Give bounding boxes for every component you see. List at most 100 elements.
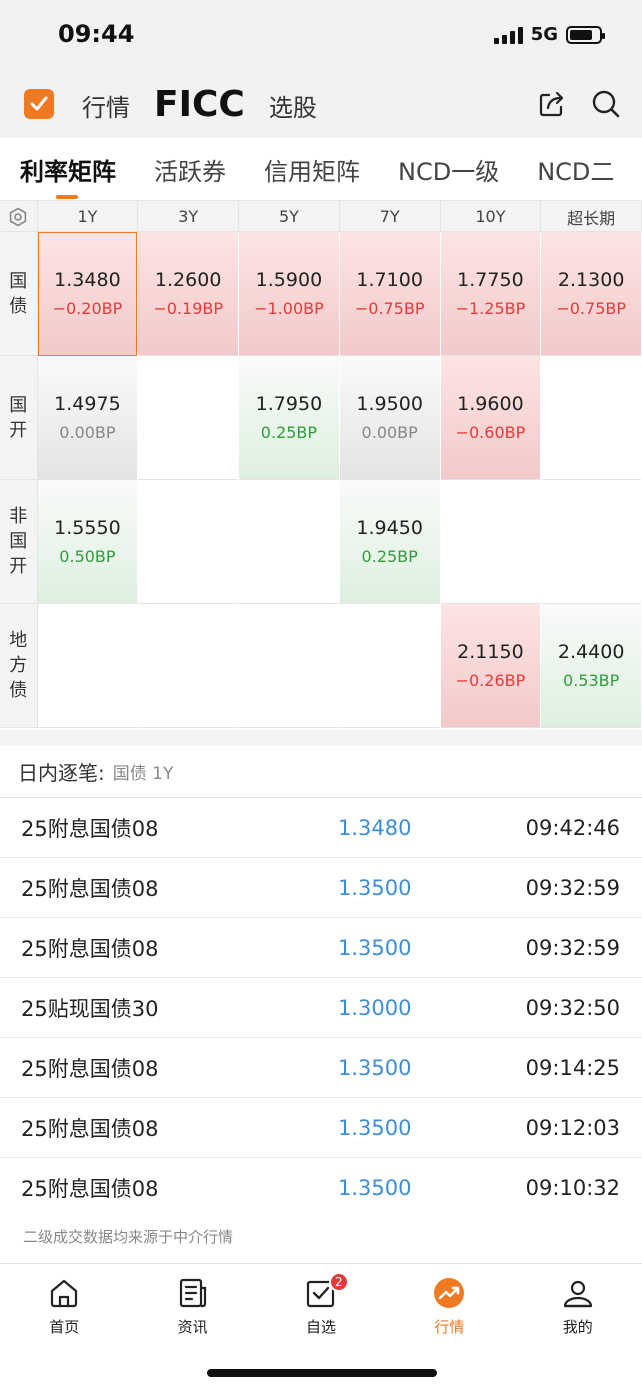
- trade-time: 09:10:32: [525, 1176, 620, 1200]
- trade-time: 09:32:50: [525, 995, 620, 1020]
- trade-row[interactable]: 25贴现国债30 1.3000 09:32:50: [0, 978, 642, 1038]
- trades-header: 日内逐笔: 国债 1Y: [0, 746, 642, 798]
- tab-item[interactable]: 活跃券: [154, 152, 226, 187]
- cell-yield: 2.4400: [557, 641, 625, 663]
- matrix-column-label: 1Y: [38, 201, 139, 232]
- matrix-column-label: 5Y: [239, 201, 340, 232]
- matrix-cell[interactable]: 1.4975 0.00BP: [37, 356, 138, 480]
- bottom-nav-label: 首页: [49, 1318, 80, 1336]
- trade-price: 1.3500: [338, 875, 412, 900]
- bottom-nav-item[interactable]: 行情: [385, 1264, 513, 1344]
- matrix-cell[interactable]: 1.5550 0.50BP: [37, 480, 138, 604]
- app-header: 行情 FICC 选股: [0, 72, 642, 138]
- bottom-nav-item[interactable]: 首页: [0, 1264, 128, 1344]
- cell-change: 0.25BP: [361, 547, 418, 566]
- matrix-cell[interactable]: 2.1150 −0.26BP: [440, 604, 541, 728]
- cell-change: −0.19BP: [153, 299, 223, 318]
- trade-price: 1.3000: [338, 995, 412, 1020]
- cell-change: −1.25BP: [455, 299, 526, 318]
- cell-yield: 1.5550: [54, 517, 121, 539]
- home-indicator[interactable]: [207, 1369, 437, 1377]
- trade-bond-name: 25附息国债08: [21, 936, 159, 961]
- trade-bond-name: 25附息国债08: [21, 876, 159, 901]
- trades-title: 日内逐笔:: [18, 761, 105, 785]
- trade-bond-name: 25附息国债08: [21, 1056, 159, 1081]
- trade-price: 1.3480: [338, 815, 412, 840]
- cell-yield: 1.9450: [356, 517, 423, 539]
- profile-icon: [563, 1280, 592, 1308]
- matrix-cell-empty: [541, 356, 642, 480]
- settings-icon[interactable]: [0, 201, 38, 232]
- matrix-cell[interactable]: 1.7950 0.25BP: [239, 356, 339, 480]
- cell-change: −0.75BP: [354, 299, 425, 318]
- trade-row[interactable]: 25附息国债08 1.3500 09:32:59: [0, 918, 642, 978]
- matrix-cell[interactable]: 1.3480 −0.20BP: [37, 232, 138, 356]
- bottom-nav-item[interactable]: 2 自选: [257, 1264, 385, 1344]
- trade-row[interactable]: 25附息国债08 1.3500 09:10:32: [0, 1158, 642, 1218]
- cell-yield: 1.9600: [457, 393, 524, 415]
- bottom-nav: 首页 资讯 2 自选 行情 我的: [0, 1263, 642, 1389]
- matrix-row-label: 非国开: [0, 480, 38, 604]
- matrix-cell[interactable]: 1.9600 −0.60BP: [440, 356, 541, 480]
- tab-item[interactable]: 利率矩阵: [20, 152, 116, 199]
- matrix-cell-empty: [239, 604, 339, 728]
- trade-time: 09:32:59: [525, 875, 620, 900]
- cell-change: 0.50BP: [59, 547, 116, 566]
- header-actions: [536, 88, 622, 120]
- trade-time: 09:12:03: [525, 1115, 620, 1140]
- bottom-nav-label: 我的: [562, 1318, 593, 1336]
- cell-change: −0.20BP: [52, 299, 123, 318]
- matrix-cell-empty: [138, 480, 239, 604]
- cell-change: 0.00BP: [361, 423, 418, 442]
- trades-list: 25附息国债08 1.3480 09:42:46 25附息国债08 1.3500 09:3…: [0, 798, 642, 1218]
- tab-item[interactable]: NCD一级: [398, 152, 499, 187]
- cell-yield: 1.3480: [54, 269, 121, 291]
- matrix-cell[interactable]: 1.5900 −1.00BP: [239, 232, 339, 356]
- trade-row[interactable]: 25附息国债08 1.3480 09:42:46: [0, 798, 642, 858]
- cell-yield: 1.2600: [154, 269, 222, 291]
- trade-row[interactable]: 25附息国债08 1.3500 09:12:03: [0, 1098, 642, 1158]
- header-nav-item[interactable]: FICC: [154, 84, 245, 125]
- matrix-column-label: 3Y: [138, 201, 240, 232]
- matrix-row: 非国开 1.5550 0.50BP 1.9450 0.25BP: [0, 480, 642, 604]
- bottom-nav-label: 资讯: [177, 1318, 208, 1336]
- trade-row[interactable]: 25附息国债08 1.3500 09:32:59: [0, 858, 642, 918]
- tab-item[interactable]: 信用矩阵: [264, 152, 360, 187]
- tab-item[interactable]: NCD二: [537, 152, 614, 187]
- matrix-cell-empty: [37, 604, 138, 728]
- trade-row[interactable]: 25附息国债08 1.3500 09:14:25: [0, 1038, 642, 1098]
- cell-yield: 1.9500: [356, 393, 423, 415]
- market-icon: [434, 1278, 465, 1308]
- header-nav-item[interactable]: 选股: [269, 88, 317, 123]
- status-time: 09:44: [58, 20, 135, 48]
- matrix-cell[interactable]: 1.2600 −0.19BP: [138, 232, 239, 356]
- checkbox-logo-icon[interactable]: [24, 89, 54, 119]
- cell-yield: 2.1150: [457, 641, 524, 663]
- search-icon[interactable]: [590, 88, 622, 120]
- trade-price: 1.3500: [338, 1176, 412, 1200]
- header-nav-item[interactable]: 行情: [82, 88, 130, 123]
- trade-time: 09:32:59: [525, 935, 620, 960]
- trade-price: 1.3500: [338, 1115, 412, 1140]
- cell-change: −0.26BP: [455, 671, 526, 690]
- matrix-row: 国开 1.4975 0.00BP 1.7950 0.25BP 1.9500 0.00BP 1.…: [0, 356, 642, 480]
- share-icon[interactable]: [536, 88, 568, 120]
- news-icon: [179, 1278, 206, 1308]
- matrix-cell[interactable]: 1.9500 0.00BP: [339, 356, 440, 480]
- matrix-cell[interactable]: 1.7100 −0.75BP: [339, 232, 440, 356]
- cell-yield: 1.7950: [255, 393, 323, 415]
- matrix-cell[interactable]: 1.7750 −1.25BP: [440, 232, 541, 356]
- matrix-cell[interactable]: 2.4400 0.53BP: [541, 604, 642, 728]
- signal-icon: [493, 26, 523, 44]
- bottom-nav-label: 自选: [305, 1318, 336, 1336]
- matrix-row: 地方债 2.1150 −0.26BP 2.4400 0.53BP: [0, 604, 642, 728]
- matrix-cell-empty: [138, 356, 239, 480]
- section-divider: [0, 730, 642, 746]
- matrix-cell[interactable]: 2.1300 −0.75BP: [541, 232, 642, 356]
- status-indicators: 5G: [493, 24, 605, 45]
- matrix-row: 国债 1.3480 −0.20BP 1.2600 −0.19BP 1.5900 −1.00B…: [0, 232, 642, 356]
- matrix-cell[interactable]: 1.9450 0.25BP: [339, 480, 440, 604]
- bottom-nav-item[interactable]: 资讯: [128, 1264, 256, 1344]
- bottom-nav-item[interactable]: 我的: [514, 1264, 642, 1344]
- row-label-text: 国开: [9, 394, 28, 441]
